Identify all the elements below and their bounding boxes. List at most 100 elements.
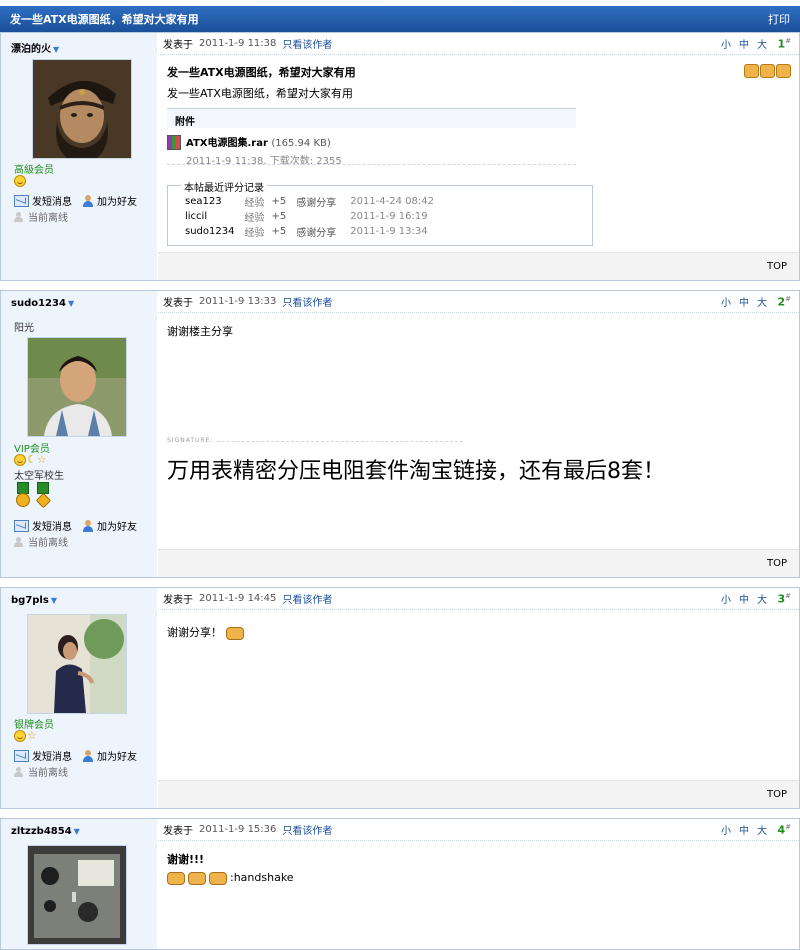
online-status: 当前离线 [14, 209, 68, 224]
font-medium-link[interactable]: 中 [739, 294, 749, 309]
smiley-icon [14, 175, 26, 187]
post-title: 发一些ATX电源图纸，希望对大家有用 [167, 66, 356, 79]
add-friend-button[interactable]: 加为好友 [82, 518, 137, 533]
chevron-down-icon[interactable]: ▼ [68, 299, 74, 308]
post-header: 发表于 2011-1-9 15:36 只看该作者 小 中 大 4# [158, 819, 799, 841]
rating-time: 2011-4-24 08:42 [350, 196, 434, 207]
chevron-down-icon[interactable]: ▼ [51, 596, 57, 605]
handshake-icon [188, 871, 206, 885]
rating-user[interactable]: sudo1234 [185, 224, 244, 239]
font-size-switcher: 小 中 大 [721, 36, 767, 51]
avatar [27, 337, 127, 437]
user-rank: 太空军校生 [14, 471, 64, 482]
rank-icons: ☆ [14, 729, 37, 742]
font-small-link[interactable]: 小 [721, 36, 731, 51]
send-message-button[interactable]: 发短消息 [14, 193, 72, 208]
send-message-button[interactable]: 发短消息 [14, 748, 72, 763]
thread-title-bar: 发一些ATX电源图纸，希望对大家有用 打印 [0, 6, 800, 32]
posted-label: 发表于 [163, 40, 193, 51]
moon-icon: ☾ [27, 453, 37, 466]
rating-kind: 经验 [244, 198, 265, 209]
only-author-link[interactable]: 只看该作者 [282, 822, 332, 837]
post-content: 发表于 2011-1-9 11:38 只看该作者 小 中 大 1# 发一些ATX… [158, 33, 799, 280]
only-author-link[interactable]: 只看该作者 [282, 591, 332, 606]
print-link[interactable]: 打印 [768, 11, 790, 27]
rating-time: 2011-1-9 13:34 [350, 226, 428, 237]
smiley-icon [14, 453, 26, 466]
back-to-top-link[interactable]: TOP [767, 261, 787, 272]
post-4: zltzzb4854 ▼ 发表于 2011-1-9 15:36 只看该作者 小 中… [0, 818, 800, 950]
author-name[interactable]: zltzzb4854 ▼ [11, 826, 80, 837]
post-date: 2011-1-9 14:45 [199, 593, 277, 604]
user-add-icon [82, 194, 94, 207]
author-name[interactable]: 漂泊的火 ▼ [11, 40, 59, 55]
rating-log-title: 本帖最近评分记录 [181, 179, 267, 194]
font-large-link[interactable]: 大 [757, 294, 767, 309]
font-small-link[interactable]: 小 [721, 822, 731, 837]
font-large-link[interactable]: 大 [757, 591, 767, 606]
font-medium-link[interactable]: 中 [739, 822, 749, 837]
author-name[interactable]: sudo1234 ▼ [11, 298, 74, 309]
add-friend-button[interactable]: 加为好友 [82, 748, 137, 763]
chevron-down-icon[interactable]: ▼ [74, 827, 80, 836]
avatar [27, 614, 127, 714]
posted-label: 发表于 [163, 826, 193, 837]
attachment-item: ATX电源图集.rar (165.94 KB) 2011-1-9 11:38, … [167, 134, 342, 167]
font-medium-link[interactable]: 中 [739, 36, 749, 51]
signature-link[interactable]: 万用表精密分压电阻套件淘宝链接，还有最后8套！ [167, 453, 665, 485]
post-2: sudo1234 ▼ 阳光 VIP会员 ☾☆ 太空军校生 发短消息 加为好友 当前… [0, 290, 800, 578]
thumbs-up-icon [760, 64, 775, 78]
rating-kind: 经验 [244, 213, 265, 224]
rating-user[interactable]: sea123 [185, 194, 244, 209]
font-large-link[interactable]: 大 [757, 36, 767, 51]
author-sidebar: sudo1234 ▼ 阳光 VIP会员 ☾☆ 太空军校生 发短消息 加为好友 当前… [1, 291, 157, 577]
post-header: 发表于 2011-1-9 11:38 只看该作者 小 中 大 1# [158, 33, 799, 55]
rar-file-icon [167, 135, 181, 150]
post-content: 发表于 2011-1-9 15:36 只看该作者 小 中 大 4# 谢谢!!! … [158, 819, 799, 949]
thumbs-up-icon [744, 64, 759, 78]
avatar [32, 59, 132, 159]
author-name[interactable]: bg7pls ▼ [11, 595, 57, 606]
add-friend-button[interactable]: 加为好友 [82, 193, 137, 208]
posted-label: 发表于 [163, 595, 193, 606]
author-sidebar: zltzzb4854 ▼ [1, 819, 157, 949]
post-content: 发表于 2011-1-9 14:45 只看该作者 小 中 大 3# 谢谢分享！ … [158, 588, 799, 808]
back-to-top-link[interactable]: TOP [767, 558, 787, 569]
font-small-link[interactable]: 小 [721, 591, 731, 606]
floor-number[interactable]: 1# [777, 37, 791, 51]
rating-user[interactable]: liccil [185, 209, 244, 224]
author-sidebar: bg7pls ▼ 银牌会员 ☆ 发短消息 加为好友 当前离线 [1, 588, 157, 808]
online-status: 当前离线 [14, 534, 68, 549]
attachment-link[interactable]: ATX电源图集.rar [186, 138, 268, 149]
handshake-icon [167, 871, 185, 885]
rating-value: +5 [271, 211, 287, 222]
rating-value: +5 [271, 226, 287, 237]
smiley-icon [14, 729, 26, 742]
font-size-switcher: 小 中 大 [721, 294, 767, 309]
chevron-down-icon[interactable]: ▼ [53, 45, 59, 54]
floor-number[interactable]: 4# [777, 823, 791, 837]
floor-number[interactable]: 3# [777, 592, 791, 606]
floor-number[interactable]: 2# [777, 295, 791, 309]
font-size-switcher: 小 中 大 [721, 822, 767, 837]
post-footer: TOP [158, 549, 799, 577]
rating-row: sudo1234 经验 +5 感谢分享 2011-1-9 13:34 [185, 224, 441, 239]
font-large-link[interactable]: 大 [757, 822, 767, 837]
handshake-icon [209, 871, 227, 885]
thumbs-up-icon [776, 64, 791, 78]
post-1: 漂泊的火 ▼ 高級会员 发短消息 加为好友 当前离线 发表于 2011-1-9 … [0, 32, 800, 281]
only-author-link[interactable]: 只看该作者 [282, 36, 332, 51]
rating-reason [296, 209, 350, 224]
back-to-top-link[interactable]: TOP [767, 789, 787, 800]
handshake-icon [225, 626, 244, 640]
font-medium-link[interactable]: 中 [739, 591, 749, 606]
send-message-button[interactable]: 发短消息 [14, 518, 72, 533]
custom-title: 阳光 [14, 323, 34, 334]
post-footer: TOP [158, 252, 799, 280]
rating-row: sea123 经验 +5 感谢分享 2011-4-24 08:42 [185, 194, 441, 209]
font-small-link[interactable]: 小 [721, 294, 731, 309]
rating-log: 本帖最近评分记录 sea123 经验 +5 感谢分享 2011-4-24 08:… [167, 179, 593, 246]
post-body: :handshake [167, 871, 294, 885]
only-author-link[interactable]: 只看该作者 [282, 294, 332, 309]
rating-reason: 感谢分享 [296, 228, 337, 239]
